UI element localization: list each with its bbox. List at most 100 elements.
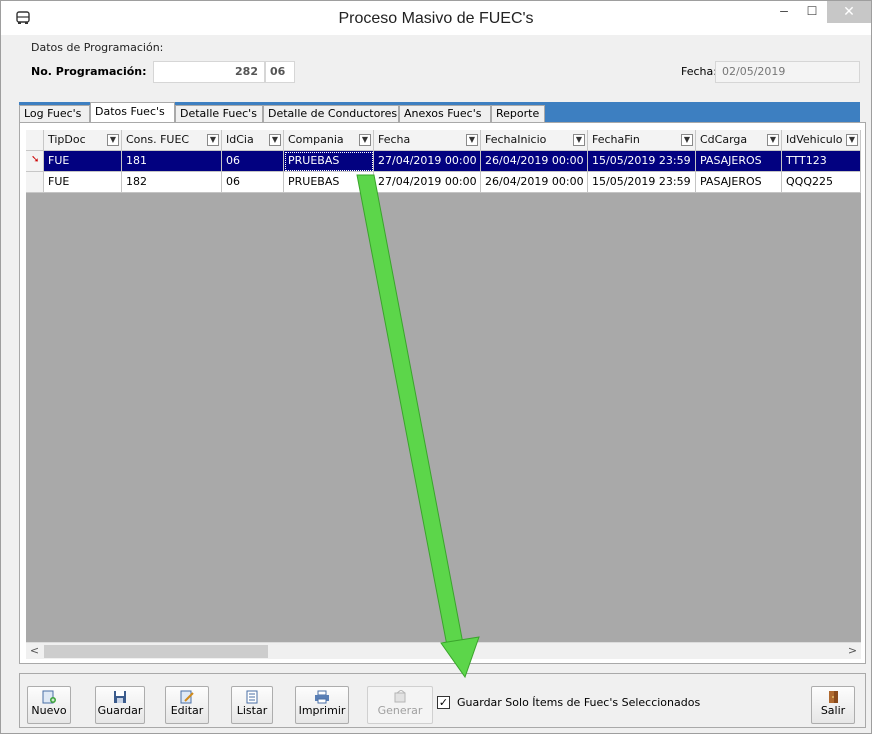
grid-cell[interactable]: 26/04/2019 00:00 xyxy=(481,151,588,172)
guardar-solo-seleccionados-label[interactable]: Guardar Solo Ítems de Fuec's Seleccionad… xyxy=(457,696,700,709)
editar-button[interactable]: Editar xyxy=(165,686,209,724)
filter-dropdown-icon[interactable]: ▼ xyxy=(466,134,478,146)
grid-cell[interactable]: 06 xyxy=(222,172,284,193)
filter-dropdown-icon[interactable]: ▼ xyxy=(359,134,371,146)
filter-dropdown-icon[interactable]: ▼ xyxy=(207,134,219,146)
guardar-label: Guardar xyxy=(97,704,143,717)
grid-cell[interactable]: QQQ225 xyxy=(782,172,861,193)
tab-datos-fuecs[interactable]: Datos Fuec's xyxy=(90,102,175,123)
column-header[interactable]: Cons. FUEC ▼ xyxy=(122,130,222,151)
column-header-label: TipDoc xyxy=(48,133,86,146)
programacion-section-label: Datos de Programación: xyxy=(31,41,164,54)
guardar-button[interactable]: Guardar xyxy=(95,686,145,724)
grid-cell[interactable]: PRUEBAS xyxy=(284,172,374,193)
imprimir-button[interactable]: Imprimir xyxy=(295,686,349,724)
printer-icon xyxy=(315,690,329,704)
fecha-label: Fecha: xyxy=(681,65,717,78)
generar-button[interactable]: Generar xyxy=(367,686,433,724)
salir-button[interactable]: Salir xyxy=(811,686,855,724)
grid-cell[interactable]: FUE xyxy=(44,172,122,193)
column-header[interactable]: Compania ▼ xyxy=(284,130,374,151)
filter-dropdown-icon[interactable]: ▼ xyxy=(846,134,858,146)
grid-corner xyxy=(26,130,44,151)
column-header-label: Compania xyxy=(288,133,344,146)
grid-cell[interactable]: PRUEBAS xyxy=(284,151,374,172)
generar-label: Generar xyxy=(377,704,423,717)
list-icon xyxy=(246,690,258,704)
tab-reporte[interactable]: Reporte xyxy=(491,105,545,122)
filter-dropdown-icon[interactable]: ▼ xyxy=(573,134,585,146)
grid-cell[interactable]: 15/05/2019 23:59 xyxy=(588,172,696,193)
grid-cell[interactable]: 181 xyxy=(122,151,222,172)
grid-cell[interactable]: 06 xyxy=(222,151,284,172)
save-icon xyxy=(114,691,126,703)
tab-anexos-fuecs[interactable]: Anexos Fuec's xyxy=(399,105,491,122)
column-header-label: IdCia xyxy=(226,133,254,146)
table-row[interactable]: FUE 182 06 PRUEBAS 27/04/2019 00:00 26/0… xyxy=(26,172,861,193)
table-row[interactable]: ➘ FUE 181 06 PRUEBAS 27/04/2019 00:00 26… xyxy=(26,151,861,172)
exit-door-icon xyxy=(829,691,838,703)
grid-cell[interactable]: FUE xyxy=(44,151,122,172)
imprimir-label: Imprimir xyxy=(298,704,346,717)
edit-icon xyxy=(180,690,194,704)
column-header[interactable]: FechaInicio ▼ xyxy=(481,130,588,151)
maximize-button[interactable]: ☐ xyxy=(799,1,825,23)
current-row-indicator-icon: ➘ xyxy=(31,154,40,165)
row-selector[interactable]: ➘ xyxy=(26,151,44,172)
filter-dropdown-icon[interactable]: ▼ xyxy=(269,134,281,146)
tab-detalle-fuecs[interactable]: Detalle Fuec's xyxy=(175,105,263,122)
editar-label: Editar xyxy=(170,704,204,717)
no-programacion-label: No. Programación: xyxy=(31,65,147,78)
guardar-solo-seleccionados-checkbox[interactable]: ✓ xyxy=(437,696,450,709)
grid-cell[interactable]: PASAJEROS xyxy=(696,172,782,193)
nuevo-button[interactable]: Nuevo xyxy=(27,686,71,724)
main-window: Proceso Masivo de FUEC's – ☐ ✕ Datos de … xyxy=(0,0,872,734)
scrollbar-thumb[interactable] xyxy=(44,645,268,658)
grid-cell[interactable]: 182 xyxy=(122,172,222,193)
column-header-label: Cons. FUEC xyxy=(126,133,190,146)
scroll-left-icon[interactable]: < xyxy=(26,643,43,660)
column-header-label: IdVehiculo xyxy=(786,133,843,146)
grid-header-row: TipDoc ▼ Cons. FUEC ▼ IdCia ▼ Compania ▼ Fec… xyxy=(26,130,861,151)
generate-icon xyxy=(394,690,406,703)
listar-button[interactable]: Listar xyxy=(231,686,273,724)
column-header-label: FechaInicio xyxy=(485,133,547,146)
nuevo-label: Nuevo xyxy=(31,704,67,717)
new-document-icon xyxy=(42,690,56,704)
grid-cell[interactable]: 26/04/2019 00:00 xyxy=(481,172,588,193)
fuec-grid[interactable]: TipDoc ▼ Cons. FUEC ▼ IdCia ▼ Compania ▼ Fec… xyxy=(26,130,861,642)
tab-detalle-conductores[interactable]: Detalle de Conductores xyxy=(263,105,399,122)
close-button[interactable]: ✕ xyxy=(827,1,871,23)
fecha-field[interactable]: 02/05/2019 xyxy=(715,61,860,83)
title-bar: Proceso Masivo de FUEC's – ☐ ✕ xyxy=(1,1,871,35)
column-header[interactable]: IdVehiculo ▼ xyxy=(782,130,861,151)
filter-dropdown-icon[interactable]: ▼ xyxy=(107,134,119,146)
column-header[interactable]: Fecha ▼ xyxy=(374,130,481,151)
filter-dropdown-icon[interactable]: ▼ xyxy=(681,134,693,146)
salir-label: Salir xyxy=(820,704,846,717)
grid-cell[interactable]: 15/05/2019 23:59 xyxy=(588,151,696,172)
column-header[interactable]: CdCarga ▼ xyxy=(696,130,782,151)
column-header[interactable]: TipDoc ▼ xyxy=(44,130,122,151)
column-header-label: CdCarga xyxy=(700,133,748,146)
column-header[interactable]: IdCia ▼ xyxy=(222,130,284,151)
programacion-sub-field[interactable]: 06 xyxy=(265,61,295,83)
minimize-button[interactable]: – xyxy=(771,1,797,23)
tab-log-fuecs[interactable]: Log Fuec's xyxy=(19,105,90,122)
no-programacion-field[interactable]: 282 xyxy=(153,61,265,83)
column-header-label: FechaFin xyxy=(592,133,640,146)
grid-cell[interactable]: TTT123 xyxy=(782,151,861,172)
tab-strip: Log Fuec's Datos Fuec's Detalle Fuec's D… xyxy=(19,102,860,123)
filter-dropdown-icon[interactable]: ▼ xyxy=(767,134,779,146)
horizontal-scrollbar[interactable]: < > xyxy=(26,642,861,659)
listar-label: Listar xyxy=(236,704,268,717)
column-header-label: Fecha xyxy=(378,133,411,146)
datos-fuecs-panel: TipDoc ▼ Cons. FUEC ▼ IdCia ▼ Compania ▼ Fec… xyxy=(19,122,866,664)
grid-cell[interactable]: PASAJEROS xyxy=(696,151,782,172)
grid-cell[interactable]: 27/04/2019 00:00 xyxy=(374,151,481,172)
scroll-right-icon[interactable]: > xyxy=(844,643,861,660)
window-title: Proceso Masivo de FUEC's xyxy=(338,10,534,27)
column-header[interactable]: FechaFin ▼ xyxy=(588,130,696,151)
grid-cell[interactable]: 27/04/2019 00:00 xyxy=(374,172,481,193)
row-selector[interactable] xyxy=(26,172,44,193)
